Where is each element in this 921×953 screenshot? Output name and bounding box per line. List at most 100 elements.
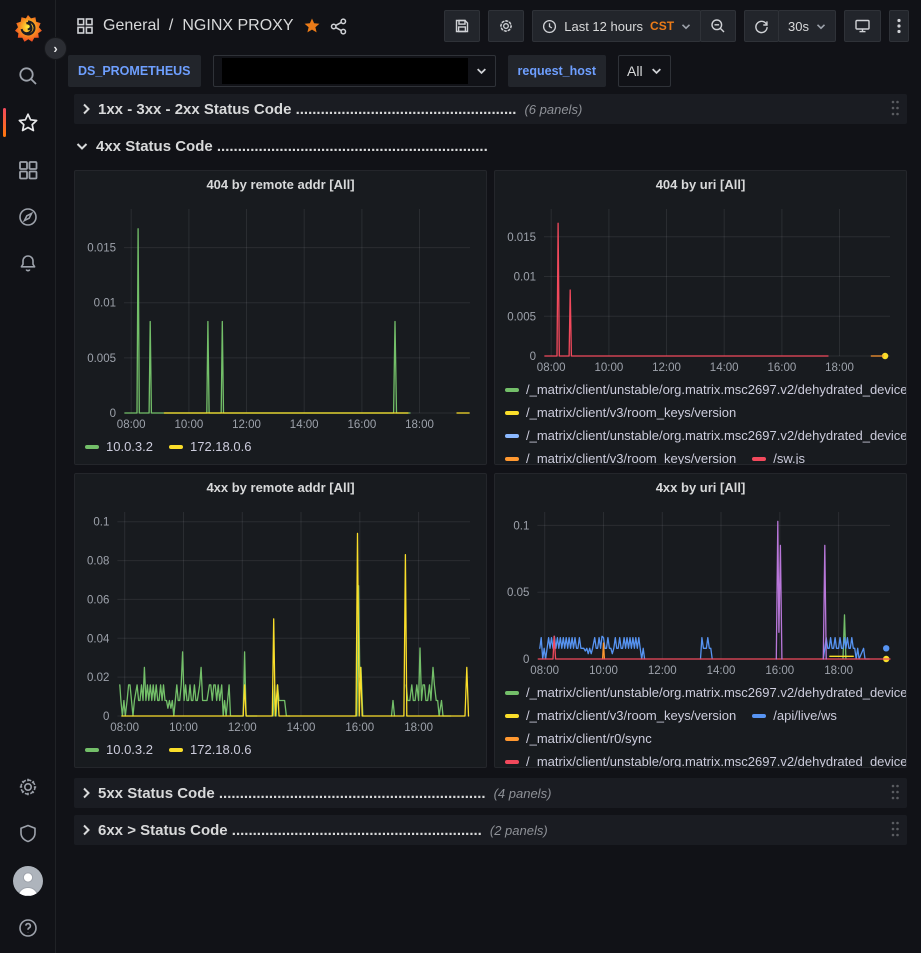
row-panel-count: (6 panels) [524,102,582,117]
legend-label: /api/live/ws [773,704,837,727]
panel-title[interactable]: 404 by uri [All] [495,171,906,199]
variables-bar: DS_PROMETHEUS request_host All [56,52,921,90]
apps-icon [76,17,94,35]
share-icon[interactable] [330,18,347,35]
sidebar-item-configuration[interactable] [0,763,56,810]
svg-text:0.01: 0.01 [514,272,536,284]
chart-legend: 10.0.3.2 172.18.0.6 [75,433,486,464]
svg-text:16:00: 16:00 [768,362,797,374]
row-5xx[interactable]: 5xx Status Code ........................… [74,778,907,808]
legend-item[interactable]: /sw.js [752,447,805,464]
time-range-picker[interactable]: Last 12 hours CST [532,10,701,42]
active-indicator [3,108,6,137]
row-title: 5xx Status Code ........................… [98,785,486,802]
row-4xx[interactable]: 4xx Status Code ........................… [74,132,907,160]
time-series-chart[interactable]: 08:0010:0012:0014:0016:0018:0000.0050.01… [75,199,486,433]
panel-title[interactable]: 4xx by remote addr [All] [75,474,486,502]
dashboard-title[interactable]: NGINX PROXY [182,17,293,35]
gear-icon [17,776,39,798]
legend-item[interactable]: /_matrix/client/r0/sync [505,727,652,750]
legend-item[interactable]: /_matrix/client/unstable/org.matrix.msc2… [505,378,906,401]
chevron-down-icon [76,142,88,150]
row-1xx-3xx-2xx[interactable]: 1xx - 3xx - 2xx Status Code ............… [74,94,907,124]
variable-label-datasource[interactable]: DS_PROMETHEUS [68,55,201,87]
svg-text:0.05: 0.05 [507,587,529,599]
row-drag-handle[interactable] [890,820,900,842]
datasource-select[interactable] [213,55,496,87]
compass-icon [17,206,39,228]
time-series-chart[interactable]: 08:0010:0012:0014:0016:0018:0000.050.1 [495,502,906,679]
legend-item[interactable]: /_matrix/client/unstable/org.matrix.msc2… [505,681,906,704]
refresh-interval-label: 30s [788,19,809,34]
monitor-icon [854,18,871,34]
time-series-chart[interactable]: 08:0010:0012:0014:0016:0018:0000.020.040… [75,502,486,736]
svg-text:0: 0 [530,351,536,363]
legend-label: /_matrix/client/r0/sync [526,727,652,750]
svg-text:12:00: 12:00 [648,665,677,677]
svg-text:16:00: 16:00 [765,665,794,677]
variable-label-request-host[interactable]: request_host [508,55,607,87]
breadcrumb-folder[interactable]: General [103,17,160,35]
svg-text:18:00: 18:00 [405,419,434,431]
legend-item[interactable]: 172.18.0.6 [169,435,251,458]
row-drag-handle[interactable] [890,99,900,121]
legend-label: 172.18.0.6 [190,435,251,458]
legend-item[interactable]: 10.0.3.2 [85,738,153,761]
legend-label: /_matrix/client/v3/room_keys/version [526,401,736,424]
sidebar-item-dashboards[interactable] [0,146,56,193]
legend-item[interactable]: 172.18.0.6 [169,738,251,761]
sidebar-item-starred[interactable] [0,99,56,146]
legend-label: /_matrix/client/v3/room_keys/version [526,447,736,464]
dashboard-settings-button[interactable] [488,10,524,42]
svg-text:16:00: 16:00 [345,722,374,734]
sidebar-item-search[interactable] [0,52,56,99]
clock-icon [542,19,557,34]
help-icon [17,917,39,939]
time-series-chart[interactable]: 08:0010:0012:0014:0016:0018:0000.0050.01… [495,199,906,376]
row-6xx[interactable]: 6xx > Status Code ......................… [74,815,907,845]
breadcrumb: General / NGINX PROXY [76,17,347,35]
row-panel-count: (4 panels) [494,786,552,801]
save-icon [454,18,470,34]
kebab-menu-button[interactable] [889,10,909,42]
legend-item[interactable]: /_matrix/client/unstable/org.matrix.msc2… [505,424,906,447]
bell-icon [17,253,39,275]
legend-item[interactable]: 10.0.3.2 [85,435,153,458]
legend-item[interactable]: /api/live/ws [752,704,837,727]
legend-swatch [752,714,766,718]
svg-text:12:00: 12:00 [228,722,257,734]
panel-title[interactable]: 404 by remote addr [All] [75,171,486,199]
legend-swatch [505,691,519,695]
refresh-button[interactable] [744,10,779,42]
svg-text:14:00: 14:00 [710,362,739,374]
legend-swatch [752,457,766,461]
legend-item[interactable]: /_matrix/client/unstable/org.matrix.msc2… [505,750,906,767]
legend-label: /_matrix/client/unstable/org.matrix.msc2… [526,681,906,704]
sidebar-item-profile[interactable] [0,857,56,904]
legend-item[interactable]: /_matrix/client/v3/room_keys/version [505,401,736,424]
sidebar-expand-button[interactable]: › [44,37,67,60]
chart-legend: /_matrix/client/unstable/org.matrix.msc2… [495,679,906,767]
panel-title[interactable]: 4xx by uri [All] [495,474,906,502]
legend-label: /_matrix/client/v3/room_keys/version [526,704,736,727]
panel-4xx-by-uri: 4xx by uri [All] 08:0010:0012:0014:0016:… [494,473,907,768]
cycle-view-mode-button[interactable] [844,10,881,42]
row-drag-handle[interactable] [890,783,900,805]
request-host-select[interactable]: All [618,55,671,87]
svg-text:0.06: 0.06 [87,594,109,606]
legend-item[interactable]: /_matrix/client/v3/room_keys/version [505,704,736,727]
breadcrumb-separator: / [169,17,173,35]
sidebar-item-explore[interactable] [0,193,56,240]
request-host-value: All [627,63,643,79]
svg-text:10:00: 10:00 [589,665,618,677]
svg-text:08:00: 08:00 [530,665,559,677]
refresh-interval-picker[interactable]: 30s [778,10,836,42]
sidebar-item-server-admin[interactable] [0,810,56,857]
sidebar-item-help[interactable] [0,904,56,951]
legend-item[interactable]: /_matrix/client/v3/room_keys/version [505,447,736,464]
zoom-out-time-button[interactable] [700,10,736,42]
svg-text:14:00: 14:00 [290,419,319,431]
star-filled-icon[interactable] [303,17,321,35]
save-dashboard-button[interactable] [444,10,480,42]
sidebar-item-alerting[interactable] [0,240,56,287]
